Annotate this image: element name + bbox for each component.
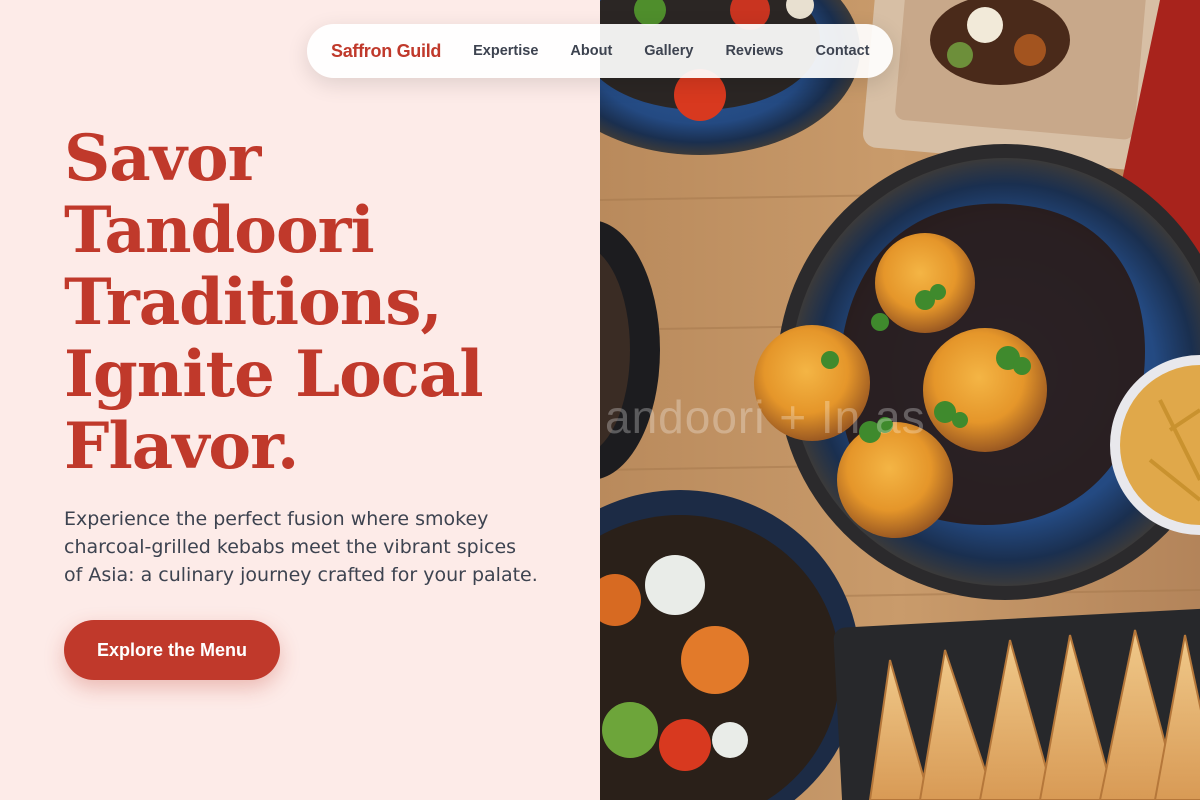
nav-link-gallery[interactable]: Gallery — [644, 43, 693, 59]
headline-line: Tandoori — [64, 193, 375, 268]
subtext-line: charcoal-grilled kebabs meet the vibrant… — [64, 536, 517, 558]
image-watermark: andoori + In as — [605, 391, 926, 443]
brand-logo[interactable]: Saffron Guild — [331, 41, 441, 62]
nav-link-expertise[interactable]: Expertise — [473, 43, 538, 59]
nav-link-reviews[interactable]: Reviews — [725, 43, 783, 59]
headline-line: Traditions, — [64, 265, 443, 340]
nav-links: Expertise About Gallery Reviews Contact — [473, 43, 869, 59]
nav-link-contact[interactable]: Contact — [816, 43, 870, 59]
top-navbar: Saffron Guild Expertise About Gallery Re… — [307, 24, 893, 78]
hero-text-panel: Savor Tandoori Traditions, Ignite Local … — [0, 0, 600, 800]
subtext-line: of Asia: a culinary journey crafted for … — [64, 564, 538, 586]
headline-line: Savor — [64, 121, 261, 196]
headline-line: Flavor. — [64, 409, 299, 484]
hero-subtext: Experience the perfect fusion where smok… — [64, 505, 564, 589]
hero-headline: Savor Tandoori Traditions, Ignite Local … — [64, 123, 584, 483]
explore-menu-button[interactable]: Explore the Menu — [64, 620, 280, 680]
nav-link-about[interactable]: About — [570, 43, 612, 59]
headline-line: Ignite Local — [64, 337, 484, 412]
subtext-line: Experience the perfect fusion where smok… — [64, 508, 489, 530]
